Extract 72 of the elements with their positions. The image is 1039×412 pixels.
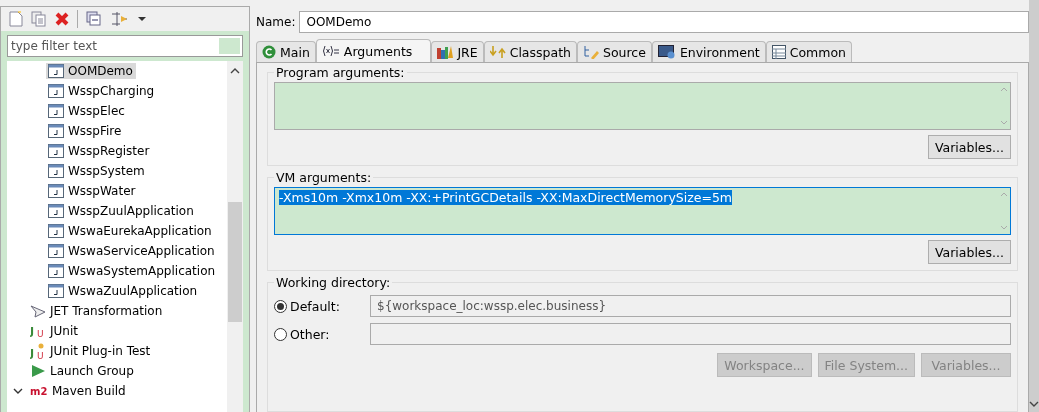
hierarchy-pencil-icon	[582, 45, 599, 59]
tree-item[interactable]: J U JUnit	[28, 323, 81, 339]
scroll-down-icon[interactable]	[1029, 401, 1039, 408]
tree-item[interactable]: WsspFire	[46, 123, 125, 139]
play-icon	[30, 364, 46, 378]
java-application-icon	[48, 124, 64, 138]
java-application-icon	[48, 224, 64, 238]
group-label: Working directory:	[275, 275, 392, 290]
scrollbar[interactable]	[1029, 0, 1039, 412]
tree-item[interactable]: J U JUnit Plug-in Test	[28, 342, 154, 360]
variables-button[interactable]: Variables...	[927, 240, 1011, 264]
radio-button[interactable]: Other:	[274, 326, 366, 342]
scroll-up-icon[interactable]	[230, 67, 240, 74]
java-application-icon	[48, 244, 64, 258]
tree-item[interactable]: WsspWater	[46, 183, 139, 199]
tree-item[interactable]: WswaEurekaApplication	[46, 223, 215, 239]
name-label: Name:	[256, 15, 296, 29]
java-application-icon	[48, 104, 64, 118]
table-icon	[771, 45, 786, 59]
java-application-icon	[48, 84, 64, 98]
circle-c-icon	[262, 45, 276, 59]
variable-icon	[321, 45, 340, 57]
tree-item[interactable]: m2 Maven Build	[28, 383, 129, 399]
java-application-icon	[48, 164, 64, 178]
radio-button[interactable]: Default:	[274, 298, 366, 314]
java-application-icon	[48, 204, 64, 218]
java-application-icon	[48, 64, 64, 78]
tab[interactable]: Classpath	[483, 41, 577, 62]
tab[interactable]: Source	[576, 41, 652, 62]
copy-icon[interactable]	[31, 11, 47, 27]
group-label: Program arguments:	[275, 65, 406, 80]
new-file-icon[interactable]	[9, 11, 23, 27]
name-field[interactable]: OOMDemo	[299, 11, 1029, 33]
tree-item[interactable]: OOMDemo	[46, 63, 136, 79]
maven-icon: m2	[30, 385, 48, 397]
java-application-icon	[48, 144, 64, 158]
tree-item[interactable]: WsspRegister	[46, 143, 153, 159]
directory-field[interactable]: ${workspace_loc:wssp.elec.business}	[370, 295, 1011, 317]
junit-icon: J U	[30, 324, 46, 338]
monitor-icon	[657, 45, 676, 59]
java-application-icon	[48, 184, 64, 198]
tab[interactable]: JRE	[431, 41, 484, 62]
java-application-icon	[48, 264, 64, 278]
tree-item[interactable]: WsspElec	[46, 103, 128, 119]
filter-input[interactable]: type filter text	[8, 36, 217, 56]
filter-field[interactable]: type filter text	[7, 35, 243, 57]
paper-plane-icon	[30, 304, 46, 318]
filter-icon[interactable]	[110, 11, 130, 27]
collapse-icon[interactable]	[86, 11, 102, 27]
scrollbar[interactable]	[227, 61, 243, 412]
tree-item[interactable]: WsspCharging	[46, 83, 158, 99]
tree-item[interactable]: WswaSystemApplication	[46, 263, 219, 279]
chevron-down-icon[interactable]	[13, 387, 23, 395]
tab[interactable]: Main	[256, 41, 316, 62]
tree-item[interactable]: WswaZuulApplication	[46, 283, 201, 299]
variables-button[interactable]: Variables...	[927, 135, 1011, 159]
arrows-icon	[489, 45, 506, 59]
tab[interactable]: Common	[765, 41, 853, 62]
tab[interactable]: Arguments	[315, 39, 432, 62]
dropdown-icon[interactable]	[138, 16, 146, 22]
tree-item[interactable]: WswaServiceApplication	[46, 243, 218, 259]
tree-item[interactable]: JET Transformation	[28, 303, 166, 319]
directory-field[interactable]	[370, 323, 1011, 345]
tree-item[interactable]: WsspSystem	[46, 163, 148, 179]
filter-indicator	[219, 38, 240, 54]
tab[interactable]: Environment	[651, 41, 766, 62]
books-icon	[437, 45, 454, 59]
java-application-icon	[48, 284, 64, 298]
delete-icon[interactable]	[55, 12, 69, 26]
tree-item[interactable]: WsspZuulApplication	[46, 203, 197, 219]
tree-item[interactable]: Launch Group	[28, 363, 137, 379]
group-label: VM arguments:	[275, 170, 373, 185]
